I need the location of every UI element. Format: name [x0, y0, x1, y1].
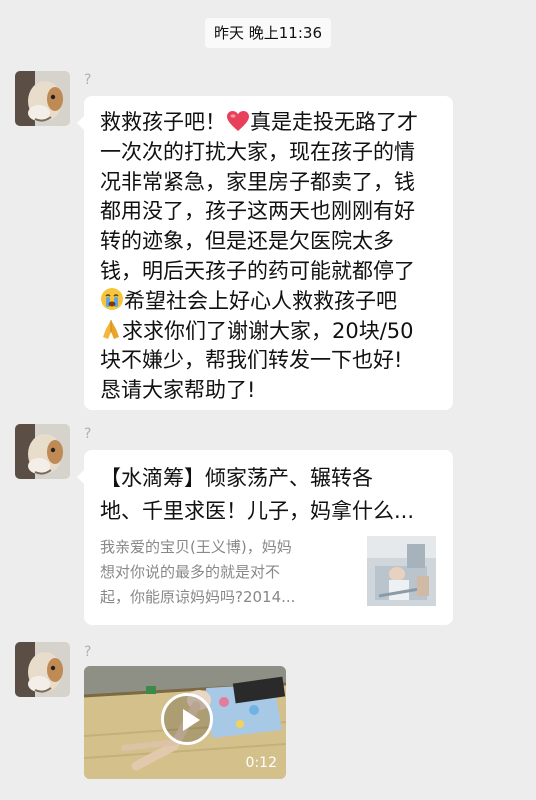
folded-hands-icon — [103, 319, 119, 339]
sender-avatar[interactable] — [15, 71, 70, 126]
play-icon[interactable] — [161, 693, 213, 745]
video-message[interactable]: 0:12 — [84, 666, 286, 779]
sender-name: ? — [84, 644, 92, 660]
crying-face-icon — [101, 287, 123, 310]
link-card-thumbnail — [367, 536, 436, 606]
link-card-title: 【水滴筹】倾家荡产、辗转各 地、千里求医！儿子，妈拿什么... — [100, 466, 415, 523]
sender-name: ? — [84, 72, 92, 88]
sender-avatar[interactable] — [15, 424, 70, 479]
text-message-bubble[interactable]: 救救孩子吧！ 真是走投无路了才 一次次的打扰大家，现在孩子的情 况非常紧急，家里房子都… — [77, 96, 453, 410]
red-heart-icon — [227, 111, 249, 131]
link-card-message[interactable]: 【水滴筹】倾家荡产、辗转各 地、千里求医！儿子，妈拿什么... 我亲爱的宝贝(王… — [77, 450, 453, 625]
video-duration: 0:12 — [245, 755, 277, 771]
link-card-description: 我亲爱的宝贝(王义博)，妈妈 想对你说的最多的就是对不 起，你能原谅妈妈吗?20… — [100, 538, 296, 606]
message-text: 救救孩子吧！ 真是走投无路了才 一次次的打扰大家，现在孩子的情 况非常紧急，家里房子都… — [100, 110, 418, 403]
sender-avatar[interactable] — [15, 642, 70, 697]
timestamp: 昨天 晚上11:36 — [205, 18, 331, 48]
sender-name: ? — [84, 426, 92, 442]
